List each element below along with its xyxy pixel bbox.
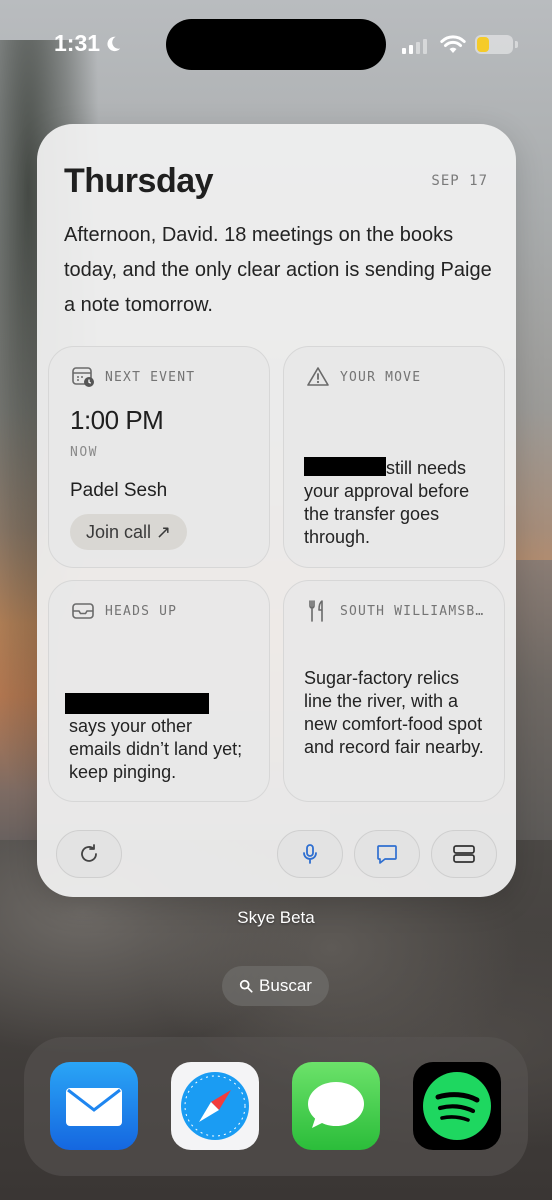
safari-icon	[181, 1072, 249, 1140]
refresh-icon	[81, 844, 97, 862]
skye-widget[interactable]: Thursday SEP 17 Afternoon, David. 18 mee…	[37, 124, 516, 897]
cellular-signal-icon	[402, 38, 427, 54]
widget-summary: Afternoon, David. 18 meetings on the boo…	[64, 224, 492, 316]
mail-app[interactable]	[50, 1062, 138, 1150]
next-event-card[interactable]: NEXT EVENT 1:00 PM NOW Padel Sesh Join c…	[48, 346, 270, 568]
chat-button[interactable]	[354, 830, 420, 878]
heads-up-header: HEADS UP	[71, 599, 177, 623]
widget-date: SEP 17	[431, 173, 488, 189]
dynamic-island	[166, 19, 386, 70]
your-move-header: YOUR MOVE	[306, 365, 421, 389]
safari-app[interactable]	[171, 1062, 259, 1150]
messages-app[interactable]	[292, 1062, 380, 1150]
fork-knife-icon	[309, 600, 323, 622]
battery-cap	[515, 41, 518, 48]
next-event-status: NOW	[70, 445, 98, 460]
heads-up-label: HEADS UP	[105, 603, 178, 619]
moon-icon	[107, 36, 121, 51]
spotify-app[interactable]	[413, 1062, 501, 1150]
join-call-button[interactable]: Join call ↗	[70, 514, 188, 550]
widget-day: Thursday	[64, 162, 214, 200]
dock	[24, 1037, 528, 1176]
search-button[interactable]: Buscar	[222, 966, 329, 1006]
redacted-block	[65, 693, 209, 714]
next-event-time: 1:00 PM	[70, 405, 164, 435]
refresh-button[interactable]	[56, 830, 122, 878]
battery-icon	[475, 35, 513, 54]
your-move-label: YOUR MOVE	[340, 369, 422, 385]
status-time: 1:31	[54, 30, 122, 57]
local-label: SOUTH WILLIAMSB…	[340, 603, 485, 619]
mail-icon	[66, 1088, 122, 1126]
next-event-header: NEXT EVENT	[71, 365, 195, 389]
microphone-button[interactable]	[277, 830, 343, 878]
local-header: SOUTH WILLIAMSB…	[306, 599, 484, 623]
microphone-icon	[303, 844, 317, 864]
layout-icon	[453, 845, 475, 863]
battery-fill	[477, 37, 489, 52]
local-text: Sugar-factory relics line the river, wit…	[304, 668, 484, 757]
heads-up-card[interactable]: HEADS UP says your other emails didn’t l…	[48, 580, 270, 802]
redacted-block	[304, 457, 386, 476]
your-move-card[interactable]: YOUR MOVE still needs your approval befo…	[283, 346, 505, 568]
inbox-icon	[72, 603, 94, 619]
layout-button[interactable]	[431, 830, 497, 878]
spotify-icon	[423, 1072, 491, 1140]
next-event-label: NEXT EVENT	[105, 369, 196, 385]
messages-icon	[308, 1082, 364, 1128]
wifi-icon	[440, 35, 466, 53]
local-card[interactable]: SOUTH WILLIAMSB… Sugar-factory relics li…	[283, 580, 505, 802]
next-event-name: Padel Sesh	[70, 480, 168, 501]
chat-icon	[377, 845, 397, 864]
calendar-clock-icon	[72, 367, 94, 387]
status-bar: 1:31	[0, 0, 552, 90]
heads-up-text: says your other emails didn’t land yet; …	[69, 716, 243, 782]
search-label: Buscar	[259, 976, 312, 995]
widget-caption: Skye Beta	[237, 908, 315, 927]
search-icon	[239, 979, 253, 993]
warning-icon	[307, 367, 329, 386]
your-move-text: still needs your approval before the tra…	[304, 457, 470, 547]
